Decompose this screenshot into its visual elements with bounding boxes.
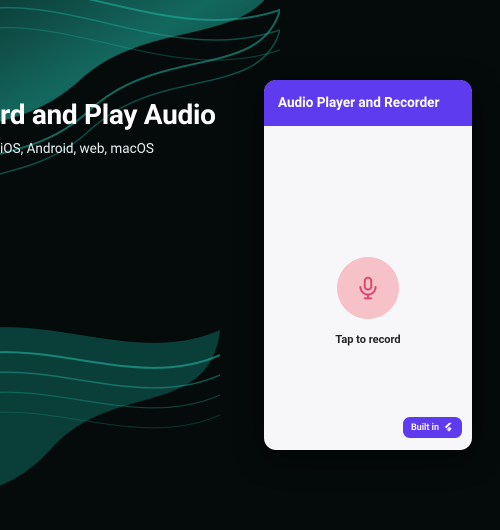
phone-mockup: Audio Player and Recorder Tap to record … <box>264 80 472 450</box>
app-bar: Audio Player and Recorder <box>264 80 472 126</box>
flutter-icon <box>443 422 454 433</box>
built-in-badge-label: Built in <box>411 423 439 433</box>
background-wave-bottom <box>0 310 220 530</box>
promo-subtitle: iOS, Android, web, macOS <box>0 141 216 157</box>
app-bar-title: Audio Player and Recorder <box>278 95 458 111</box>
record-label: Tap to record <box>335 333 400 346</box>
microphone-icon <box>355 275 381 301</box>
promo-title: rd and Play Audio <box>0 98 216 131</box>
promo-block: rd and Play Audio iOS, Android, web, mac… <box>0 98 216 157</box>
phone-body: Tap to record Built in <box>264 126 472 450</box>
built-in-badge[interactable]: Built in <box>403 417 462 438</box>
record-button[interactable] <box>337 257 399 319</box>
